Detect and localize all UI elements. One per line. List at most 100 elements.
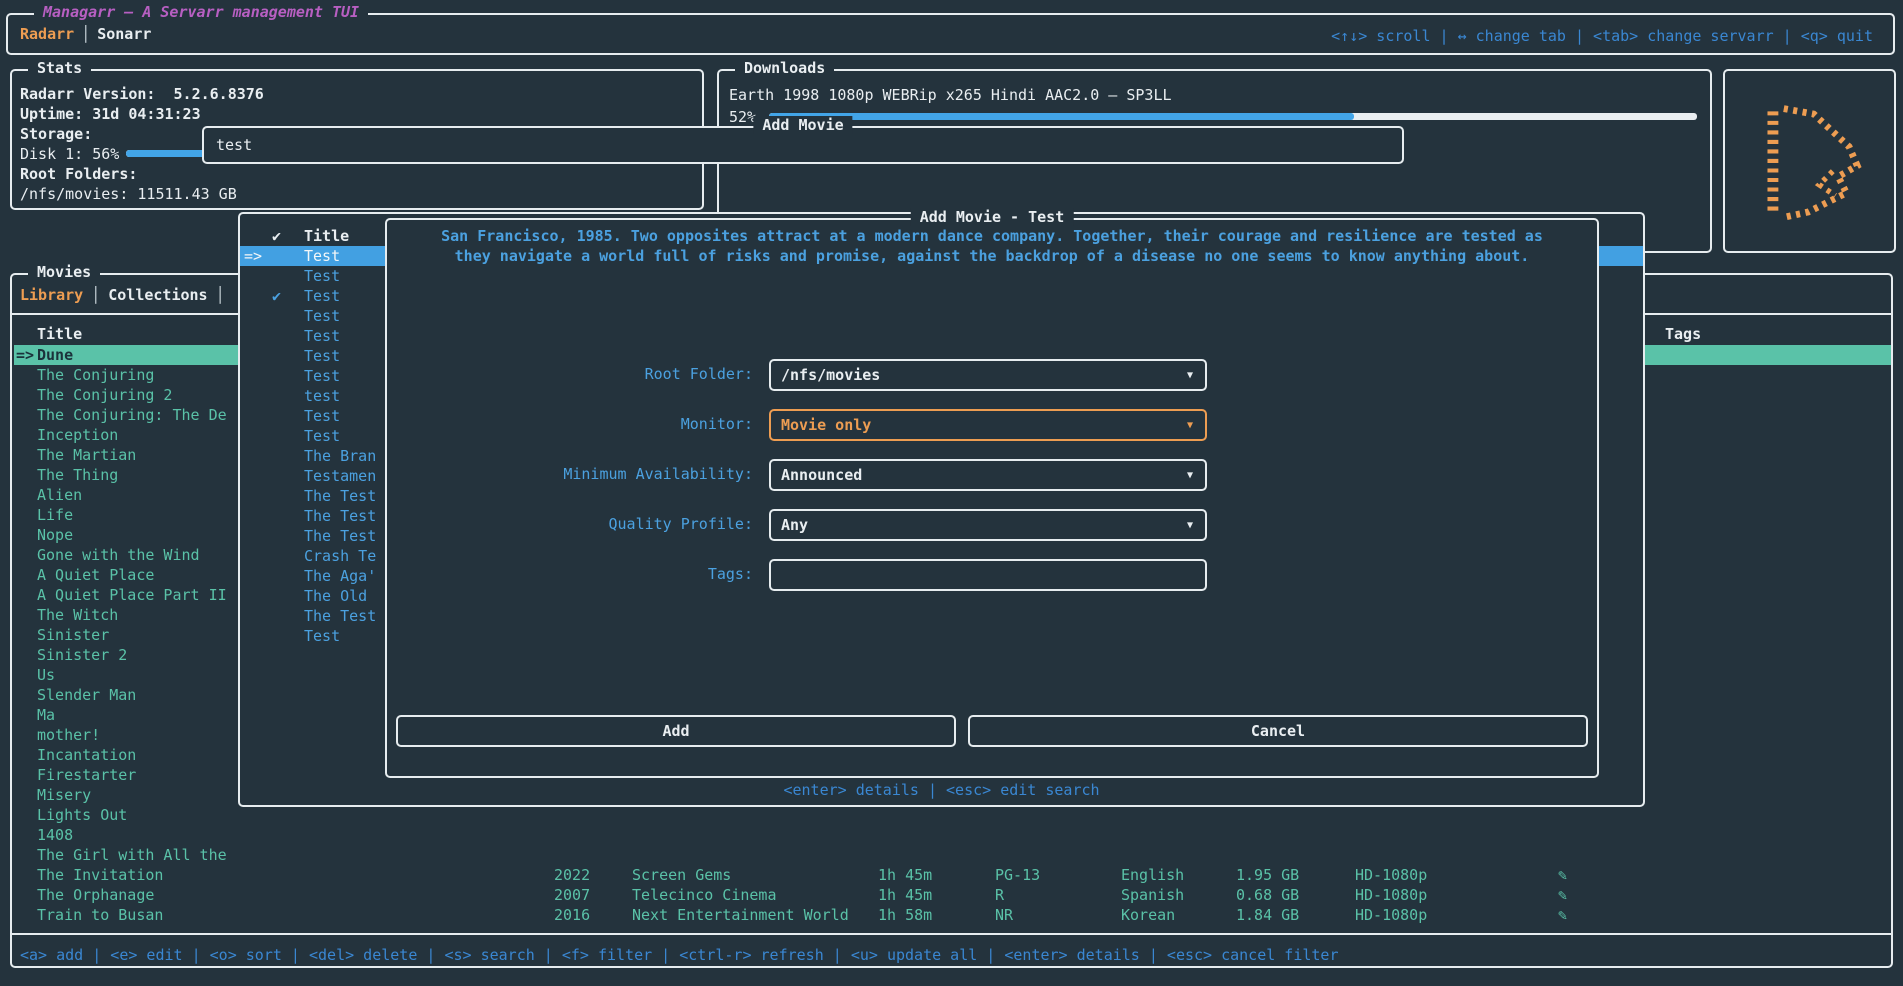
result-title: The Test: [304, 506, 376, 526]
add-movie-panel-title: Add Movie: [753, 116, 852, 134]
movie-quality: HD-1080p: [1355, 885, 1427, 905]
movie-size: 1.84 GB: [1236, 905, 1299, 925]
monitored-check-icon: ✔: [272, 226, 281, 246]
root-folder-size: /nfs/movies: 11511.43 GB: [20, 184, 237, 204]
movie-row[interactable]: The Invitation2022Screen Gems1h 45mPG-13…: [14, 865, 1891, 885]
top-keybinds: <↑↓> scroll | ↔ change tab | <tab> chang…: [1331, 26, 1873, 46]
movie-studio: Telecinco Cinema: [632, 885, 777, 905]
movie-rating: R: [995, 885, 1004, 905]
dropdown-qualityprofile[interactable]: Any▼: [769, 509, 1207, 541]
movie-title: Dune: [37, 345, 73, 365]
field-value: /nfs/movies: [781, 366, 880, 384]
add-movie-modal: Add Movie - Test San Francisco, 1985. Tw…: [385, 218, 1599, 778]
result-title: The Test: [304, 526, 376, 546]
movie-title: Us: [37, 665, 55, 685]
selection-arrow-icon: =>: [244, 246, 262, 266]
caret-down-icon: ▼: [1187, 420, 1193, 431]
column-header-title: Title: [37, 325, 82, 343]
field-label: Tags:: [387, 565, 753, 583]
movie-title: Alien: [37, 485, 82, 505]
movie-runtime: 1h 58m: [878, 905, 932, 925]
result-title: The Old: [304, 586, 367, 606]
radarr-version: Radarr Version: 5.2.6.8376: [20, 84, 264, 104]
movie-rating: PG-13: [995, 865, 1040, 885]
movie-title: A Quiet Place Part II: [37, 585, 227, 605]
result-title: Test: [304, 366, 340, 386]
pencil-icon: ✎: [1558, 885, 1567, 905]
download-item-title: Earth 1998 1080p WEBRip x265 Hindi AAC2.…: [729, 85, 1172, 105]
movie-title: Ma: [37, 705, 55, 725]
cancel-button[interactable]: Cancel: [968, 715, 1588, 747]
movies-tab-divider: │: [83, 286, 108, 304]
movies-tab-divider-2: │: [208, 286, 233, 304]
movie-row[interactable]: Lights Out: [14, 805, 1891, 825]
movie-year: 2007: [554, 885, 590, 905]
caret-down-icon: ▼: [1187, 470, 1193, 481]
movie-title: Train to Busan: [37, 905, 163, 925]
form-row: Root Folder:/nfs/movies▼: [387, 359, 1597, 391]
result-title: Test: [304, 246, 340, 266]
disk-usage: Disk 1: 56%: [20, 144, 119, 164]
movie-title: The Conjuring: [37, 365, 154, 385]
tab-sonarr[interactable]: Sonarr: [97, 25, 151, 43]
movie-title: The Witch: [37, 605, 118, 625]
check-icon: ✔: [272, 286, 281, 306]
movie-title: Misery: [37, 785, 91, 805]
tags-input[interactable]: [769, 559, 1207, 591]
downloads-panel-title: Downloads: [735, 59, 834, 77]
result-title: The Test: [304, 486, 376, 506]
add-movie-search-panel[interactable]: Add Movie test: [202, 126, 1404, 164]
movies-panel-title: Movies: [28, 263, 100, 281]
movie-year: 2016: [554, 905, 590, 925]
result-title: Test: [304, 406, 340, 426]
movie-title: The Conjuring 2: [37, 385, 172, 405]
movie-runtime: 1h 45m: [878, 865, 932, 885]
movie-row[interactable]: Train to Busan 2016 Next Entertainment Wor…: [14, 905, 1891, 925]
movie-row[interactable]: The Girl with All the: [14, 845, 1891, 865]
form-row: Minimum Availability:Announced▼: [387, 459, 1597, 491]
caret-down-icon: ▼: [1187, 520, 1193, 531]
result-title: Test: [304, 326, 340, 346]
movie-title: The Conjuring: The De: [37, 405, 227, 425]
result-title: Test: [304, 306, 340, 326]
movie-row[interactable]: The Orphanage2007Telecinco Cinema1h 45mR…: [14, 885, 1891, 905]
modal-form: Root Folder:/nfs/movies▼Monitor:Movie on…: [387, 359, 1597, 609]
result-title: The Bran: [304, 446, 376, 466]
dropdown-monitor[interactable]: Movie only▼: [769, 409, 1207, 441]
pencil-icon: ✎: [1558, 905, 1567, 925]
tab-radarr[interactable]: Radarr: [20, 25, 74, 43]
movie-title: Lights Out: [37, 805, 127, 825]
movie-title: Nope: [37, 525, 73, 545]
movie-row[interactable]: 1408: [14, 825, 1891, 845]
tab-collections[interactable]: Collections: [108, 286, 207, 304]
movie-title: Sinister 2: [37, 645, 127, 665]
bottom-keybinds: <a> add | <e> edit | <o> sort | <del> de…: [20, 945, 1339, 965]
movie-language: English: [1121, 865, 1184, 885]
movie-language: Korean: [1121, 905, 1175, 925]
caret-down-icon: ▼: [1187, 370, 1193, 381]
movie-size: 0.68 GB: [1236, 885, 1299, 905]
footer-separator: [12, 933, 1891, 935]
dropdown-rootfolder[interactable]: /nfs/movies ▼: [769, 359, 1207, 391]
stats-panel-title: Stats: [28, 59, 91, 77]
managarr-app: Managarr — A Servarr management TUI Rada…: [0, 0, 1903, 986]
movie-rating: NR: [995, 905, 1013, 925]
search-input[interactable]: test: [216, 135, 252, 155]
movie-title: Incantation: [37, 745, 136, 765]
field-label: Quality Profile:: [387, 515, 753, 533]
dropdown-minimumavailability[interactable]: Announced▼: [769, 459, 1207, 491]
top-bar: Managarr — A Servarr management TUI Rada…: [6, 13, 1895, 55]
movie-title: The Girl with All the: [37, 845, 227, 865]
add-button[interactable]: Add: [396, 715, 956, 747]
result-title: The Test: [304, 606, 376, 626]
movie-title: Sinister: [37, 625, 109, 645]
servarr-tabs: Radarr│Sonarr: [20, 24, 151, 44]
movie-title: A Quiet Place: [37, 565, 154, 585]
download-percent: 52%: [729, 107, 756, 127]
movie-quality: HD-1080p: [1355, 905, 1427, 925]
movies-tabs: Library│Collections│: [20, 285, 233, 305]
tab-library[interactable]: Library: [20, 286, 83, 304]
uptime: Uptime: 31d 04:31:23: [20, 104, 201, 124]
movie-studio: Next Entertainment World: [632, 905, 849, 925]
result-title: Test: [304, 426, 340, 446]
